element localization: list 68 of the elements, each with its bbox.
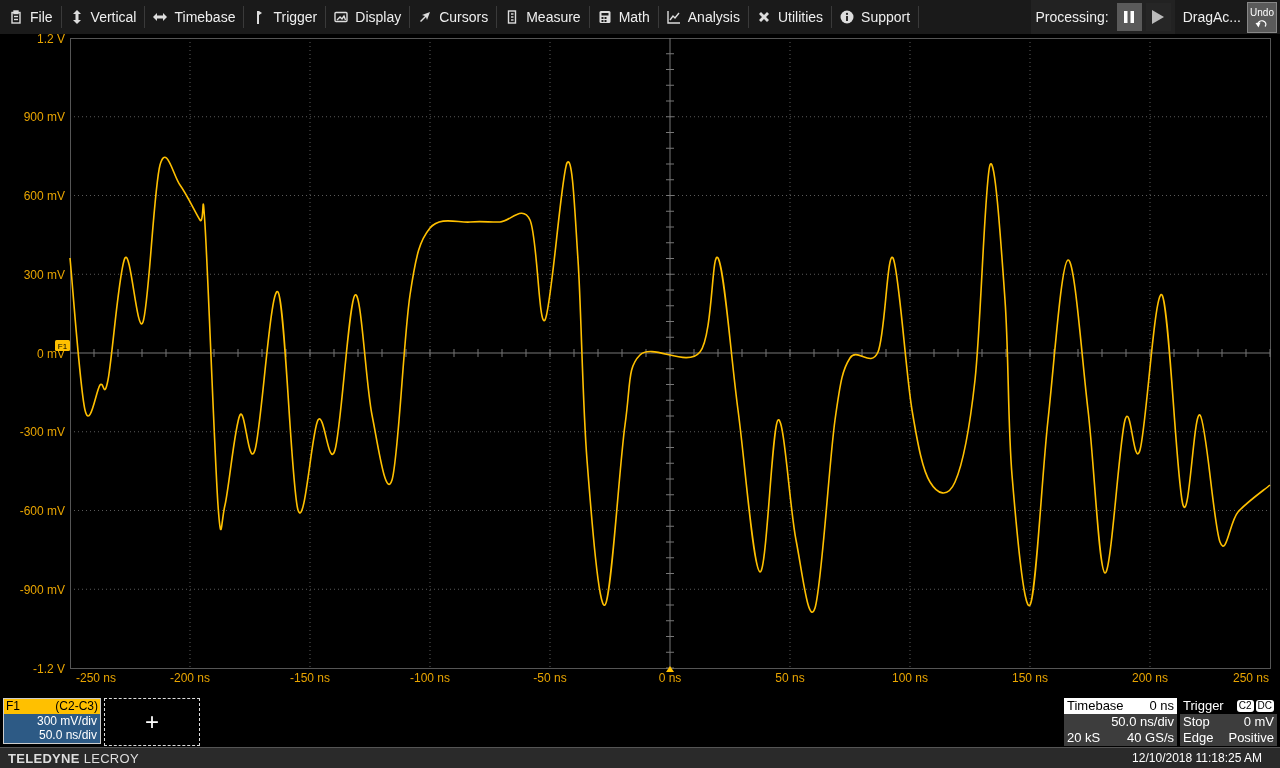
menu-item[interactable]: Math: [592, 5, 655, 29]
trigger-type: Edge: [1183, 729, 1214, 746]
x-axis-label: 150 ns: [1012, 671, 1048, 685]
pause-icon: [1123, 10, 1136, 24]
x-axis-label: 200 ns: [1132, 671, 1168, 685]
menu-item[interactable]: Cursors: [413, 5, 494, 29]
x-axis-label: 0 ns: [658, 671, 682, 685]
x-axis-label: -150 ns: [290, 671, 330, 685]
monitor-icon: [334, 10, 349, 24]
pause-button[interactable]: [1116, 3, 1142, 31]
info-icon: [840, 10, 855, 24]
undo-button[interactable]: Undo: [1247, 1, 1277, 33]
x-axis-label: 50 ns: [775, 671, 805, 685]
x-axis-label: 100 ns: [892, 671, 928, 685]
trigger-descriptor[interactable]: Trigger C2 DC Stop 0 mV Edge Positive: [1180, 697, 1277, 746]
trace-name: F1: [6, 698, 20, 714]
y-axis-label: 300 mV: [23, 267, 65, 282]
menu-item[interactable]: Vertical: [64, 5, 142, 29]
menu-item[interactable]: Analysis: [661, 5, 745, 29]
arrow-icon: [418, 10, 433, 24]
trigger-coupling: DC: [1255, 699, 1274, 712]
menu-item[interactable]: Measure: [500, 5, 586, 29]
trace-source: (C2-C3): [55, 698, 98, 714]
trigger-mode: Stop: [1183, 713, 1210, 730]
clipboard-icon: [9, 10, 23, 24]
timebase-descriptor[interactable]: Timebase 0 ns 50.0 ns/div 20 kS 40 GS/s: [1064, 697, 1177, 746]
y-axis-label: -600 mV: [19, 504, 65, 518]
trace-descriptor[interactable]: F1 (C2-C3) 300 mV/div 50.0 ns/div: [3, 697, 101, 744]
play-icon: [1151, 9, 1166, 25]
left-right-arrow-icon: [153, 10, 168, 24]
x-axis-label: -250 ns: [76, 671, 116, 685]
timebase-title: Timebase: [1067, 698, 1124, 713]
menu-item[interactable]: File: [4, 5, 58, 29]
brand-logo: TELEDYNE LECROY: [8, 750, 139, 766]
trigger-slope: Positive: [1228, 729, 1274, 746]
timebase-scale: 50.0 ns/div: [1111, 713, 1174, 730]
vertical-scale: 300 mV/div: [36, 713, 97, 728]
x-axis-label: -50 ns: [533, 671, 567, 685]
calculator-icon: [597, 10, 612, 24]
undo-icon: [1255, 18, 1269, 28]
timebase-delay: 0 ns: [1149, 698, 1174, 713]
drag-action-label: DragAc...: [1182, 9, 1241, 25]
menu-item[interactable]: Display: [329, 5, 407, 29]
x-axis-label: -200 ns: [170, 671, 210, 685]
horizontal-scale: 50.0 ns/div: [38, 727, 97, 742]
y-axis-label: 1.2 V: [36, 34, 65, 46]
x-axis-label: -100 ns: [410, 671, 450, 685]
menu-item[interactable]: Trigger: [247, 5, 323, 29]
y-axis-label: 900 mV: [23, 110, 65, 125]
processing-label: Processing:: [1035, 9, 1109, 25]
add-trace-button[interactable]: +: [104, 697, 200, 746]
trigger-level: 0 mV: [1243, 713, 1274, 730]
y-axis-label: 600 mV: [23, 189, 65, 203]
trigger-title: Trigger: [1183, 698, 1224, 713]
menu-item[interactable]: Utilities: [751, 5, 829, 29]
menu-item[interactable]: Support: [835, 5, 916, 29]
menu-item[interactable]: Timebase: [148, 5, 241, 29]
sample-count: 20 kS: [1067, 729, 1101, 746]
trigger-source: C2: [1236, 699, 1254, 712]
sample-rate: 40 GS/s: [1127, 729, 1174, 746]
y-axis-label: -900 mV: [19, 582, 65, 597]
play-button[interactable]: [1145, 3, 1171, 31]
y-axis-label: -300 mV: [19, 425, 65, 440]
x-axis-label: 250 ns: [1233, 671, 1269, 685]
date-time: 12/10/2018 11:18:25 AM: [1132, 751, 1262, 765]
trigger-marker-icon: [666, 666, 674, 672]
line-chart-icon: [666, 10, 681, 24]
y-axis-label: -1.2 V: [33, 661, 65, 676]
